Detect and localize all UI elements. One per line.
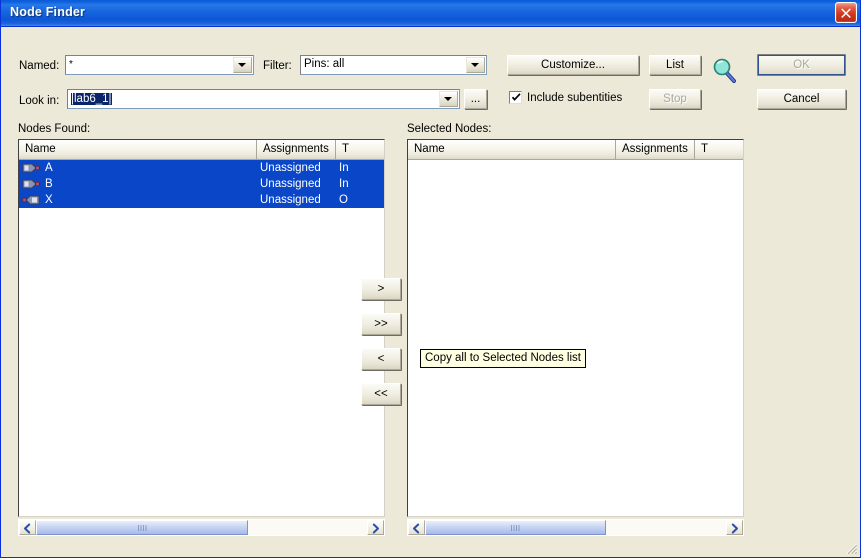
lookin-label: Look in:: [19, 95, 60, 107]
nodes-found-scroll-thumb[interactable]: [36, 520, 248, 535]
column-header-name[interactable]: Name: [19, 140, 257, 159]
resize-grip-icon: [846, 543, 857, 554]
input-pin-icon: [22, 177, 40, 191]
window-title: Node Finder: [10, 5, 86, 19]
close-icon: [841, 8, 851, 18]
scroll-thumb-grip-icon: [511, 524, 520, 531]
column-header-name[interactable]: Name: [408, 140, 616, 159]
named-label: Named:: [19, 60, 60, 72]
column-header-type[interactable]: T: [695, 140, 743, 159]
filter-dropdown-arrow[interactable]: [466, 57, 485, 73]
selected-nodes-rows: [408, 160, 743, 516]
checkmark-icon: [511, 93, 521, 101]
resize-grip[interactable]: [845, 542, 858, 555]
column-header-assignments[interactable]: Assignments: [257, 140, 336, 159]
nodes-found-header: Name Assignments T: [19, 140, 384, 160]
cell-name: X: [45, 194, 53, 206]
lookin-input[interactable]: |lab6_1|: [71, 93, 112, 105]
magnifier-icon[interactable]: [710, 56, 742, 88]
nodes-found-hscrollbar[interactable]: [18, 519, 385, 536]
magnifier-glyph: [713, 58, 736, 83]
cell-assignments: Unassigned: [260, 178, 321, 190]
cell-assignments: Unassigned: [260, 194, 321, 206]
column-header-assignments[interactable]: Assignments: [616, 140, 695, 159]
output-pin-icon: [22, 193, 40, 207]
lookin-combobox[interactable]: |lab6_1|: [67, 89, 460, 109]
selected-nodes-hscrollbar[interactable]: [407, 519, 744, 536]
chevron-left-icon: [24, 523, 31, 534]
browse-button[interactable]: ...: [464, 89, 487, 109]
named-input[interactable]: *: [69, 59, 73, 70]
selected-nodes-scroll-track[interactable]: [425, 520, 726, 535]
nodes-found-scroll-track[interactable]: [36, 520, 367, 535]
input-pin-glyph: [22, 179, 40, 189]
cell-type: In: [339, 162, 349, 174]
customize-button[interactable]: Customize...: [507, 55, 639, 75]
nodes-found-list[interactable]: Name Assignments T A Unassigned In B Una…: [18, 139, 385, 517]
screen: Node Finder Named: * Filter: Pins: all C…: [0, 0, 863, 560]
title-bar[interactable]: Node Finder: [1, 0, 860, 27]
filter-label: Filter:: [263, 60, 292, 72]
chevron-left-icon: [413, 523, 420, 534]
scroll-right-button[interactable]: [726, 520, 743, 535]
cell-name: B: [45, 178, 53, 190]
named-combobox[interactable]: *: [65, 55, 254, 75]
scroll-left-button[interactable]: [408, 520, 425, 535]
remove-selected-button[interactable]: <: [361, 348, 401, 370]
named-dropdown-arrow[interactable]: [233, 57, 252, 73]
list-button[interactable]: List: [649, 55, 701, 75]
close-button[interactable]: [835, 2, 857, 23]
copy-selected-button[interactable]: >: [361, 278, 401, 300]
selected-nodes-scroll-thumb[interactable]: [425, 520, 606, 535]
nodes-found-title: Nodes Found:: [18, 123, 91, 135]
cell-assignments: Unassigned: [260, 162, 321, 174]
output-pin-glyph: [22, 195, 40, 205]
stop-button[interactable]: Stop: [649, 89, 701, 109]
chevron-right-icon: [731, 523, 738, 534]
filter-combobox[interactable]: Pins: all: [300, 55, 487, 75]
cancel-button[interactable]: Cancel: [757, 89, 846, 109]
transfer-tooltip: Copy all to Selected Nodes list: [420, 349, 586, 368]
input-pin-icon: [22, 161, 40, 175]
cell-type: In: [339, 178, 349, 190]
selected-nodes-title: Selected Nodes:: [407, 123, 492, 135]
cell-name: A: [45, 162, 53, 174]
node-finder-dialog: Node Finder Named: * Filter: Pins: all C…: [0, 0, 861, 558]
selected-nodes-list[interactable]: Name Assignments T: [407, 139, 744, 517]
scroll-left-button[interactable]: [19, 520, 36, 535]
ok-button[interactable]: OK: [757, 54, 846, 76]
input-pin-glyph: [22, 163, 40, 173]
remove-all-button[interactable]: <<: [361, 383, 401, 405]
column-header-type[interactable]: T: [336, 140, 384, 159]
copy-all-button[interactable]: >>: [361, 313, 401, 335]
include-subentities-label: Include subentities: [527, 91, 623, 104]
scroll-right-button[interactable]: [367, 520, 384, 535]
include-subentities-checkbox[interactable]: Include subentities: [509, 91, 622, 104]
table-row[interactable]: X Unassigned O: [19, 192, 384, 208]
nodes-found-rows: A Unassigned In B Unassigned In X Unassi…: [19, 160, 384, 516]
scroll-thumb-grip-icon: [137, 524, 147, 531]
lookin-dropdown-arrow[interactable]: [439, 91, 458, 107]
chevron-right-icon: [372, 523, 379, 534]
include-subentities-box[interactable]: [509, 91, 522, 104]
table-row[interactable]: B Unassigned In: [19, 176, 384, 192]
selected-nodes-header: Name Assignments T: [408, 140, 743, 160]
filter-value[interactable]: Pins: all: [304, 58, 344, 70]
cell-type: O: [339, 194, 348, 206]
table-row[interactable]: A Unassigned In: [19, 160, 384, 176]
